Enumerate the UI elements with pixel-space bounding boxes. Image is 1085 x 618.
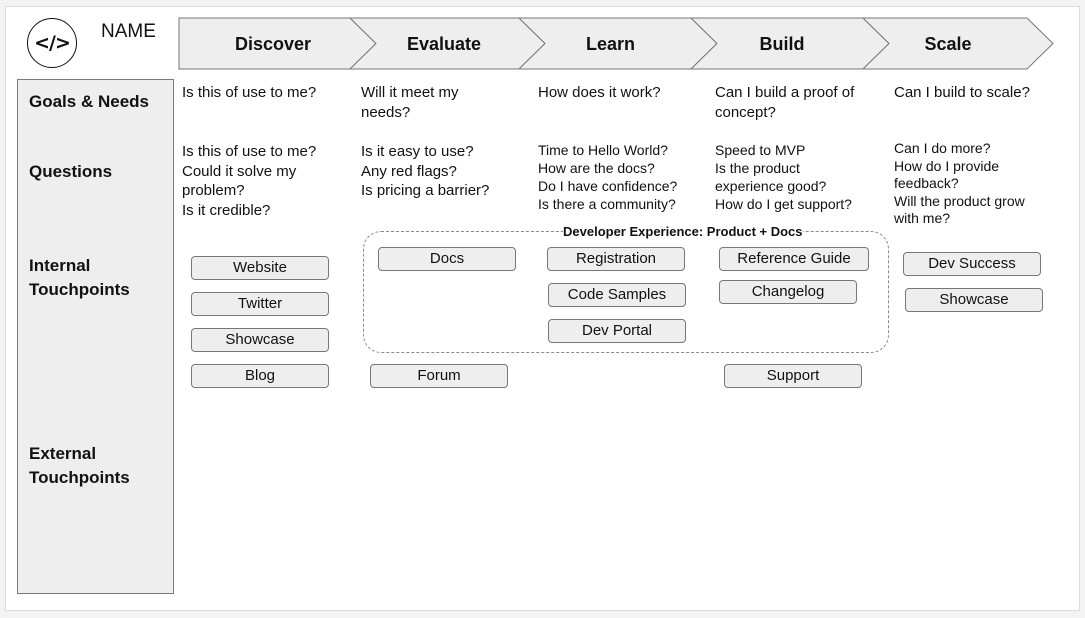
touchpoint-blog[interactable]: Blog	[191, 364, 329, 388]
stage-bar: Discover Evaluate Learn Build Scale	[178, 17, 1055, 70]
stage-learn: Learn	[585, 34, 636, 54]
row-label-questions: Questions	[29, 162, 113, 181]
touchpoint-showcase-scale[interactable]: Showcase	[905, 288, 1043, 312]
goal-learn: How does it work?	[538, 84, 661, 101]
touchpoint-forum[interactable]: Forum	[370, 364, 508, 388]
touchpoint-support[interactable]: Support	[724, 364, 862, 388]
goal-evaluate: Will it meet my needs?	[361, 84, 459, 121]
questions-scale: Can I do more? How do I provide feedback…	[894, 140, 1025, 226]
touchpoint-changelog[interactable]: Changelog	[719, 280, 857, 304]
stage-scale: Scale	[924, 34, 972, 54]
touchpoint-dev-portal[interactable]: Dev Portal	[548, 319, 686, 343]
row-label-internal: Internal Touchpoints	[29, 256, 130, 299]
goal-scale: Can I build to scale?	[894, 84, 1030, 101]
touchpoint-registration[interactable]: Registration	[547, 247, 685, 271]
goal-build: Can I build a proof of concept?	[715, 84, 855, 121]
logo-glyph: </>	[34, 32, 71, 54]
stage-evaluate: Evaluate	[406, 34, 482, 54]
touchpoint-docs[interactable]: Docs	[378, 247, 516, 271]
code-brackets-icon: </>	[27, 18, 77, 68]
stage-build: Build	[759, 34, 805, 54]
developer-experience-label: Developer Experience: Product + Docs	[563, 224, 803, 239]
row-labels-panel: Goals & Needs Questions Internal Touchpo…	[17, 79, 174, 594]
row-label-goals: Goals & Needs	[29, 92, 149, 111]
touchpoint-code-samples[interactable]: Code Samples	[548, 283, 686, 307]
questions-learn: Time to Hello World? How are the docs? D…	[538, 142, 678, 212]
touchpoint-twitter[interactable]: Twitter	[191, 292, 329, 316]
product-name: NAME	[101, 21, 156, 42]
touchpoint-website[interactable]: Website	[191, 256, 329, 280]
questions-discover: Is this of use to me? Could it solve my …	[182, 143, 317, 219]
questions-build: Speed to MVP Is the product experience g…	[715, 142, 852, 212]
touchpoint-showcase[interactable]: Showcase	[191, 328, 329, 352]
goal-discover: Is this of use to me?	[182, 84, 317, 101]
touchpoint-dev-success[interactable]: Dev Success	[903, 252, 1041, 276]
touchpoint-reference-guide[interactable]: Reference Guide	[719, 247, 869, 271]
questions-evaluate: Is it easy to use? Any red flags? Is pri…	[361, 143, 490, 199]
stage-discover: Discover	[234, 34, 312, 54]
row-label-external: External Touchpoints	[29, 444, 130, 487]
